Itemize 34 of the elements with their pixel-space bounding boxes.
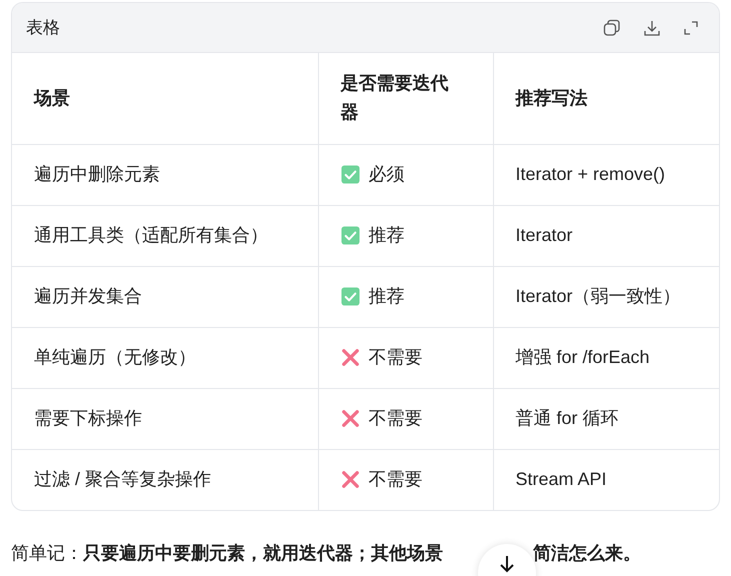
table-cell: Stream API — [493, 449, 719, 510]
download-button[interactable] — [643, 18, 661, 36]
column-header: 推荐写法 — [493, 53, 719, 144]
expand-button[interactable] — [683, 20, 699, 36]
table-cell-text: 必须 — [368, 163, 404, 186]
table-cell: 过滤 / 聚合等复杂操作 — [12, 449, 318, 510]
table-cell: 增强 for /forEach — [493, 327, 719, 388]
copy-button[interactable] — [603, 18, 621, 36]
table-cell-text: 不需要 — [368, 407, 422, 430]
table-cell: 需要下标操作 — [12, 388, 318, 449]
table-cell: 通用工具类（适配所有集合） — [12, 205, 318, 266]
table-cell: Iterator + remove() — [493, 144, 719, 205]
table-cell: Iterator — [493, 205, 719, 266]
table-cell-text: 推荐 — [368, 224, 404, 247]
column-header: 场景 — [12, 53, 318, 144]
cross-icon — [340, 409, 360, 428]
table-cell: 遍历并发集合 — [12, 266, 318, 327]
arrow-down-icon — [498, 554, 516, 574]
cross-icon — [340, 470, 360, 490]
table-cell: 遍历中删除元素 — [12, 144, 318, 205]
table-cell-text: 不需要 — [368, 468, 422, 492]
table-cell: 普通 for 循环 — [493, 388, 719, 449]
check-icon — [340, 226, 360, 245]
card-title: 表格 — [26, 16, 61, 39]
summary-text: 简洁怎么来。 — [533, 542, 641, 565]
table-cell-text: 推荐 — [368, 285, 404, 308]
cross-icon — [340, 348, 360, 367]
summary-text: 简单记：只要遍历中要删元素，就用迭代器；其他场景 — [11, 542, 443, 565]
column-header: 是否需要迭代器 — [318, 53, 493, 144]
table-cell: Iterator（弱一致性） — [493, 266, 719, 327]
check-icon — [340, 287, 360, 306]
check-icon — [340, 165, 360, 184]
table-cell-text: 不需要 — [368, 346, 422, 369]
table-cell: 单纯遍历（无修改） — [12, 327, 318, 388]
